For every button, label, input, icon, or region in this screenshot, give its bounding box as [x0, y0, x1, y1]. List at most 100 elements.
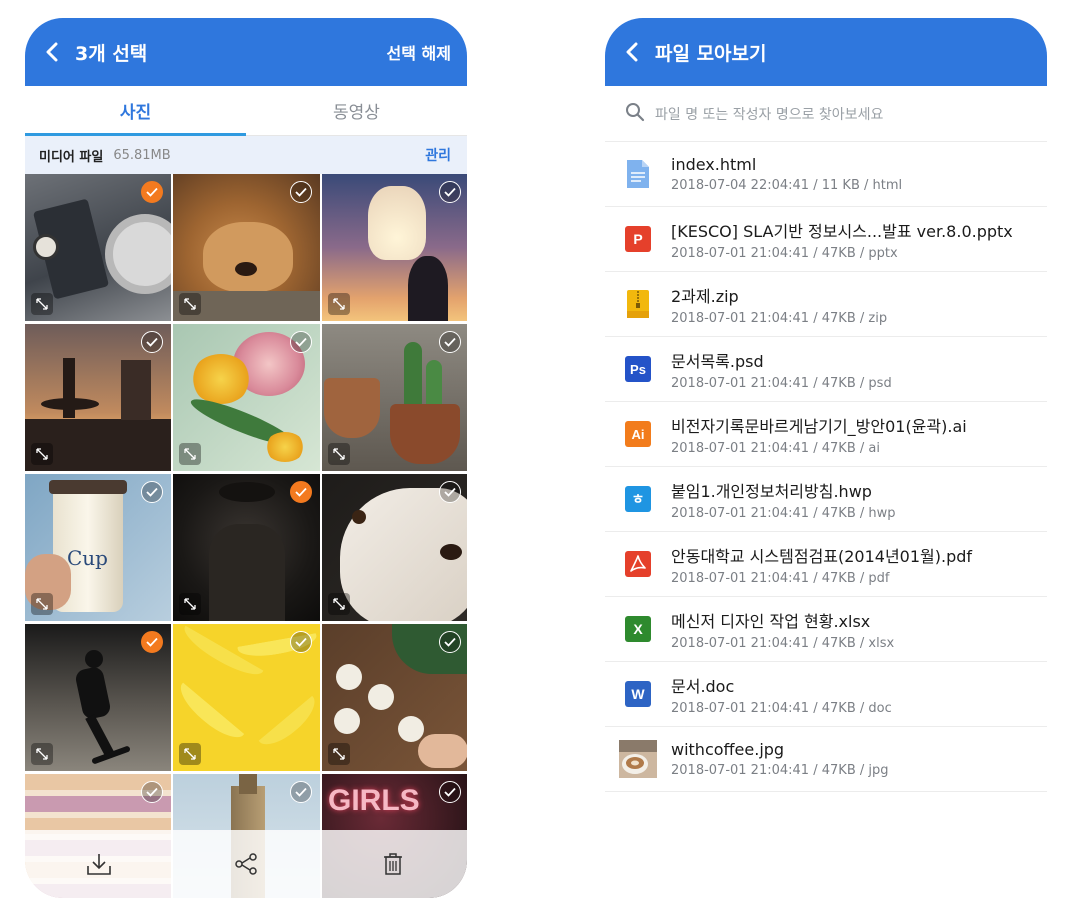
icon-letter: Ps: [625, 356, 651, 382]
trash-icon[interactable]: [373, 844, 413, 884]
file-ext: html: [872, 178, 903, 193]
photo-tile[interactable]: [173, 174, 320, 321]
expand-icon[interactable]: [328, 593, 350, 615]
file-item[interactable]: W 문서.doc 2018-07-01 21:04:41 / 47KB / do…: [605, 662, 1047, 727]
back-arrow-icon[interactable]: [39, 39, 65, 65]
unchecked-icon[interactable]: [141, 781, 163, 803]
file-item[interactable]: index.html 2018-07-04 22:04:41 / 11 KB /…: [605, 142, 1047, 207]
share-icon[interactable]: [226, 844, 266, 884]
photo-tile[interactable]: [25, 624, 171, 771]
tab-videos[interactable]: 동영상: [246, 86, 467, 135]
photo-tile[interactable]: [322, 174, 467, 321]
unchecked-icon[interactable]: [439, 181, 461, 203]
file-name: index.html: [671, 155, 757, 174]
file-name: 비전자기록문바르게남기기_방안01(윤곽).ai: [671, 416, 967, 436]
file-meta: 2018-07-01 21:04:41 / 47KB / doc: [671, 701, 892, 716]
expand-icon[interactable]: [31, 743, 53, 765]
unchecked-icon[interactable]: [290, 331, 312, 353]
file-item[interactable]: 2과제.zip 2018-07-01 21:04:41 / 47KB / zip: [605, 272, 1047, 337]
photo-content: [121, 360, 151, 420]
file-name: withcoffee.jpg: [671, 740, 785, 759]
photo-tile[interactable]: [322, 624, 467, 771]
unchecked-icon[interactable]: [290, 781, 312, 803]
file-name: [KESCO] SLA기반 정보시스...발표 ver.8.0.pptx: [671, 221, 1013, 241]
expand-icon[interactable]: [179, 593, 201, 615]
unchecked-icon[interactable]: [290, 181, 312, 203]
separator: /: [813, 635, 818, 651]
unchecked-icon[interactable]: [141, 331, 163, 353]
photo-tile[interactable]: [322, 324, 467, 471]
unchecked-icon[interactable]: [439, 481, 461, 503]
bottom-action-bar: [25, 830, 467, 898]
photoshop-icon: Ps: [619, 350, 657, 388]
manage-button[interactable]: 관리: [425, 145, 451, 165]
excel-icon: X: [619, 610, 657, 648]
photo-tile[interactable]: [25, 324, 171, 471]
photo-select-screen: 3개 선택 선택 해제 사진 동영상 미디어 파일 65.81MB 관리 Cup…: [25, 18, 467, 898]
file-date: 2018-07-01 21:04:41: [671, 700, 810, 716]
deselect-button[interactable]: 선택 해제: [387, 40, 451, 64]
expand-icon[interactable]: [31, 443, 53, 465]
unchecked-icon[interactable]: [439, 781, 461, 803]
file-size: 47KB: [821, 763, 856, 778]
back-arrow-icon[interactable]: [619, 39, 645, 65]
file-meta: 2018-07-01 21:04:41 / 47KB / zip: [671, 311, 887, 326]
file-ext: xlsx: [868, 635, 895, 651]
file-meta: 2018-07-01 21:04:41 / 47KB / xlsx: [671, 636, 894, 651]
separator: /: [859, 505, 865, 521]
unchecked-icon[interactable]: [439, 331, 461, 353]
photo-tile[interactable]: [25, 174, 171, 321]
photo-tile[interactable]: [173, 474, 320, 621]
download-icon[interactable]: [79, 844, 119, 884]
checked-icon[interactable]: [290, 481, 312, 503]
file-item[interactable]: P [KESCO] SLA기반 정보시스...발표 ver.8.0.pptx 2…: [605, 207, 1047, 272]
photo-grid: Cup GIRLS: [25, 174, 467, 898]
file-ext: zip: [868, 310, 888, 326]
separator: /: [813, 763, 818, 778]
separator: /: [813, 700, 818, 716]
app-bar: 파일 모아보기: [605, 18, 1047, 86]
photo-content: [235, 262, 257, 276]
media-info-bar: 미디어 파일 65.81MB 관리: [25, 136, 467, 174]
file-item[interactable]: Ai 비전자기록문바르게남기기_방안01(윤곽).ai 2018-07-01 2…: [605, 402, 1047, 467]
photo-tile[interactable]: [173, 624, 320, 771]
file-item[interactable]: ㅎ 붙임1.개인정보처리방침.hwp 2018-07-01 21:04:41 /…: [605, 467, 1047, 532]
icon-letter: P: [625, 226, 651, 252]
checked-icon[interactable]: [141, 181, 163, 203]
photo-tile[interactable]: [173, 324, 320, 471]
expand-icon[interactable]: [31, 593, 53, 615]
file-item[interactable]: 안동대학교 시스템점검표(2014년01월).pdf 2018-07-01 21…: [605, 532, 1047, 597]
unchecked-icon[interactable]: [141, 481, 163, 503]
file-item[interactable]: Ps 문서목록.psd 2018-07-01 21:04:41 / 47KB /…: [605, 337, 1047, 402]
expand-icon[interactable]: [179, 743, 201, 765]
expand-icon[interactable]: [31, 293, 53, 315]
file-ext: hwp: [868, 505, 896, 521]
illustrator-icon: Ai: [619, 415, 657, 453]
html-doc-icon: [619, 155, 657, 193]
photo-tile[interactable]: [322, 474, 467, 621]
photo-content: [74, 665, 112, 721]
separator: /: [813, 310, 818, 326]
file-name: 메신저 디자인 작업 현황.xlsx: [671, 611, 871, 631]
file-size: 47KB: [821, 440, 856, 456]
file-size: 11 KB: [821, 178, 860, 193]
file-item[interactable]: withcoffee.jpg 2018-07-01 21:04:41 / 47K…: [605, 727, 1047, 792]
checked-icon[interactable]: [141, 631, 163, 653]
media-files-label: 미디어 파일: [39, 149, 104, 165]
expand-icon[interactable]: [328, 443, 350, 465]
photo-content: [173, 671, 254, 747]
file-date: 2018-07-01 21:04:41: [671, 635, 810, 651]
expand-icon[interactable]: [328, 293, 350, 315]
file-item[interactable]: X 메신저 디자인 작업 현황.xlsx 2018-07-01 21:04:41…: [605, 597, 1047, 662]
expand-icon[interactable]: [179, 443, 201, 465]
photo-content: [265, 432, 305, 462]
search-field[interactable]: 파일 명 또는 작성자 명으로 찾아보세요: [605, 86, 1047, 142]
tab-photos[interactable]: 사진: [25, 86, 246, 136]
unchecked-icon[interactable]: [290, 631, 312, 653]
expand-icon[interactable]: [179, 293, 201, 315]
expand-icon[interactable]: [328, 743, 350, 765]
unchecked-icon[interactable]: [439, 631, 461, 653]
photo-tile[interactable]: Cup: [25, 474, 171, 621]
separator: /: [813, 245, 818, 261]
file-date: 2018-07-01 21:04:41: [671, 763, 810, 778]
